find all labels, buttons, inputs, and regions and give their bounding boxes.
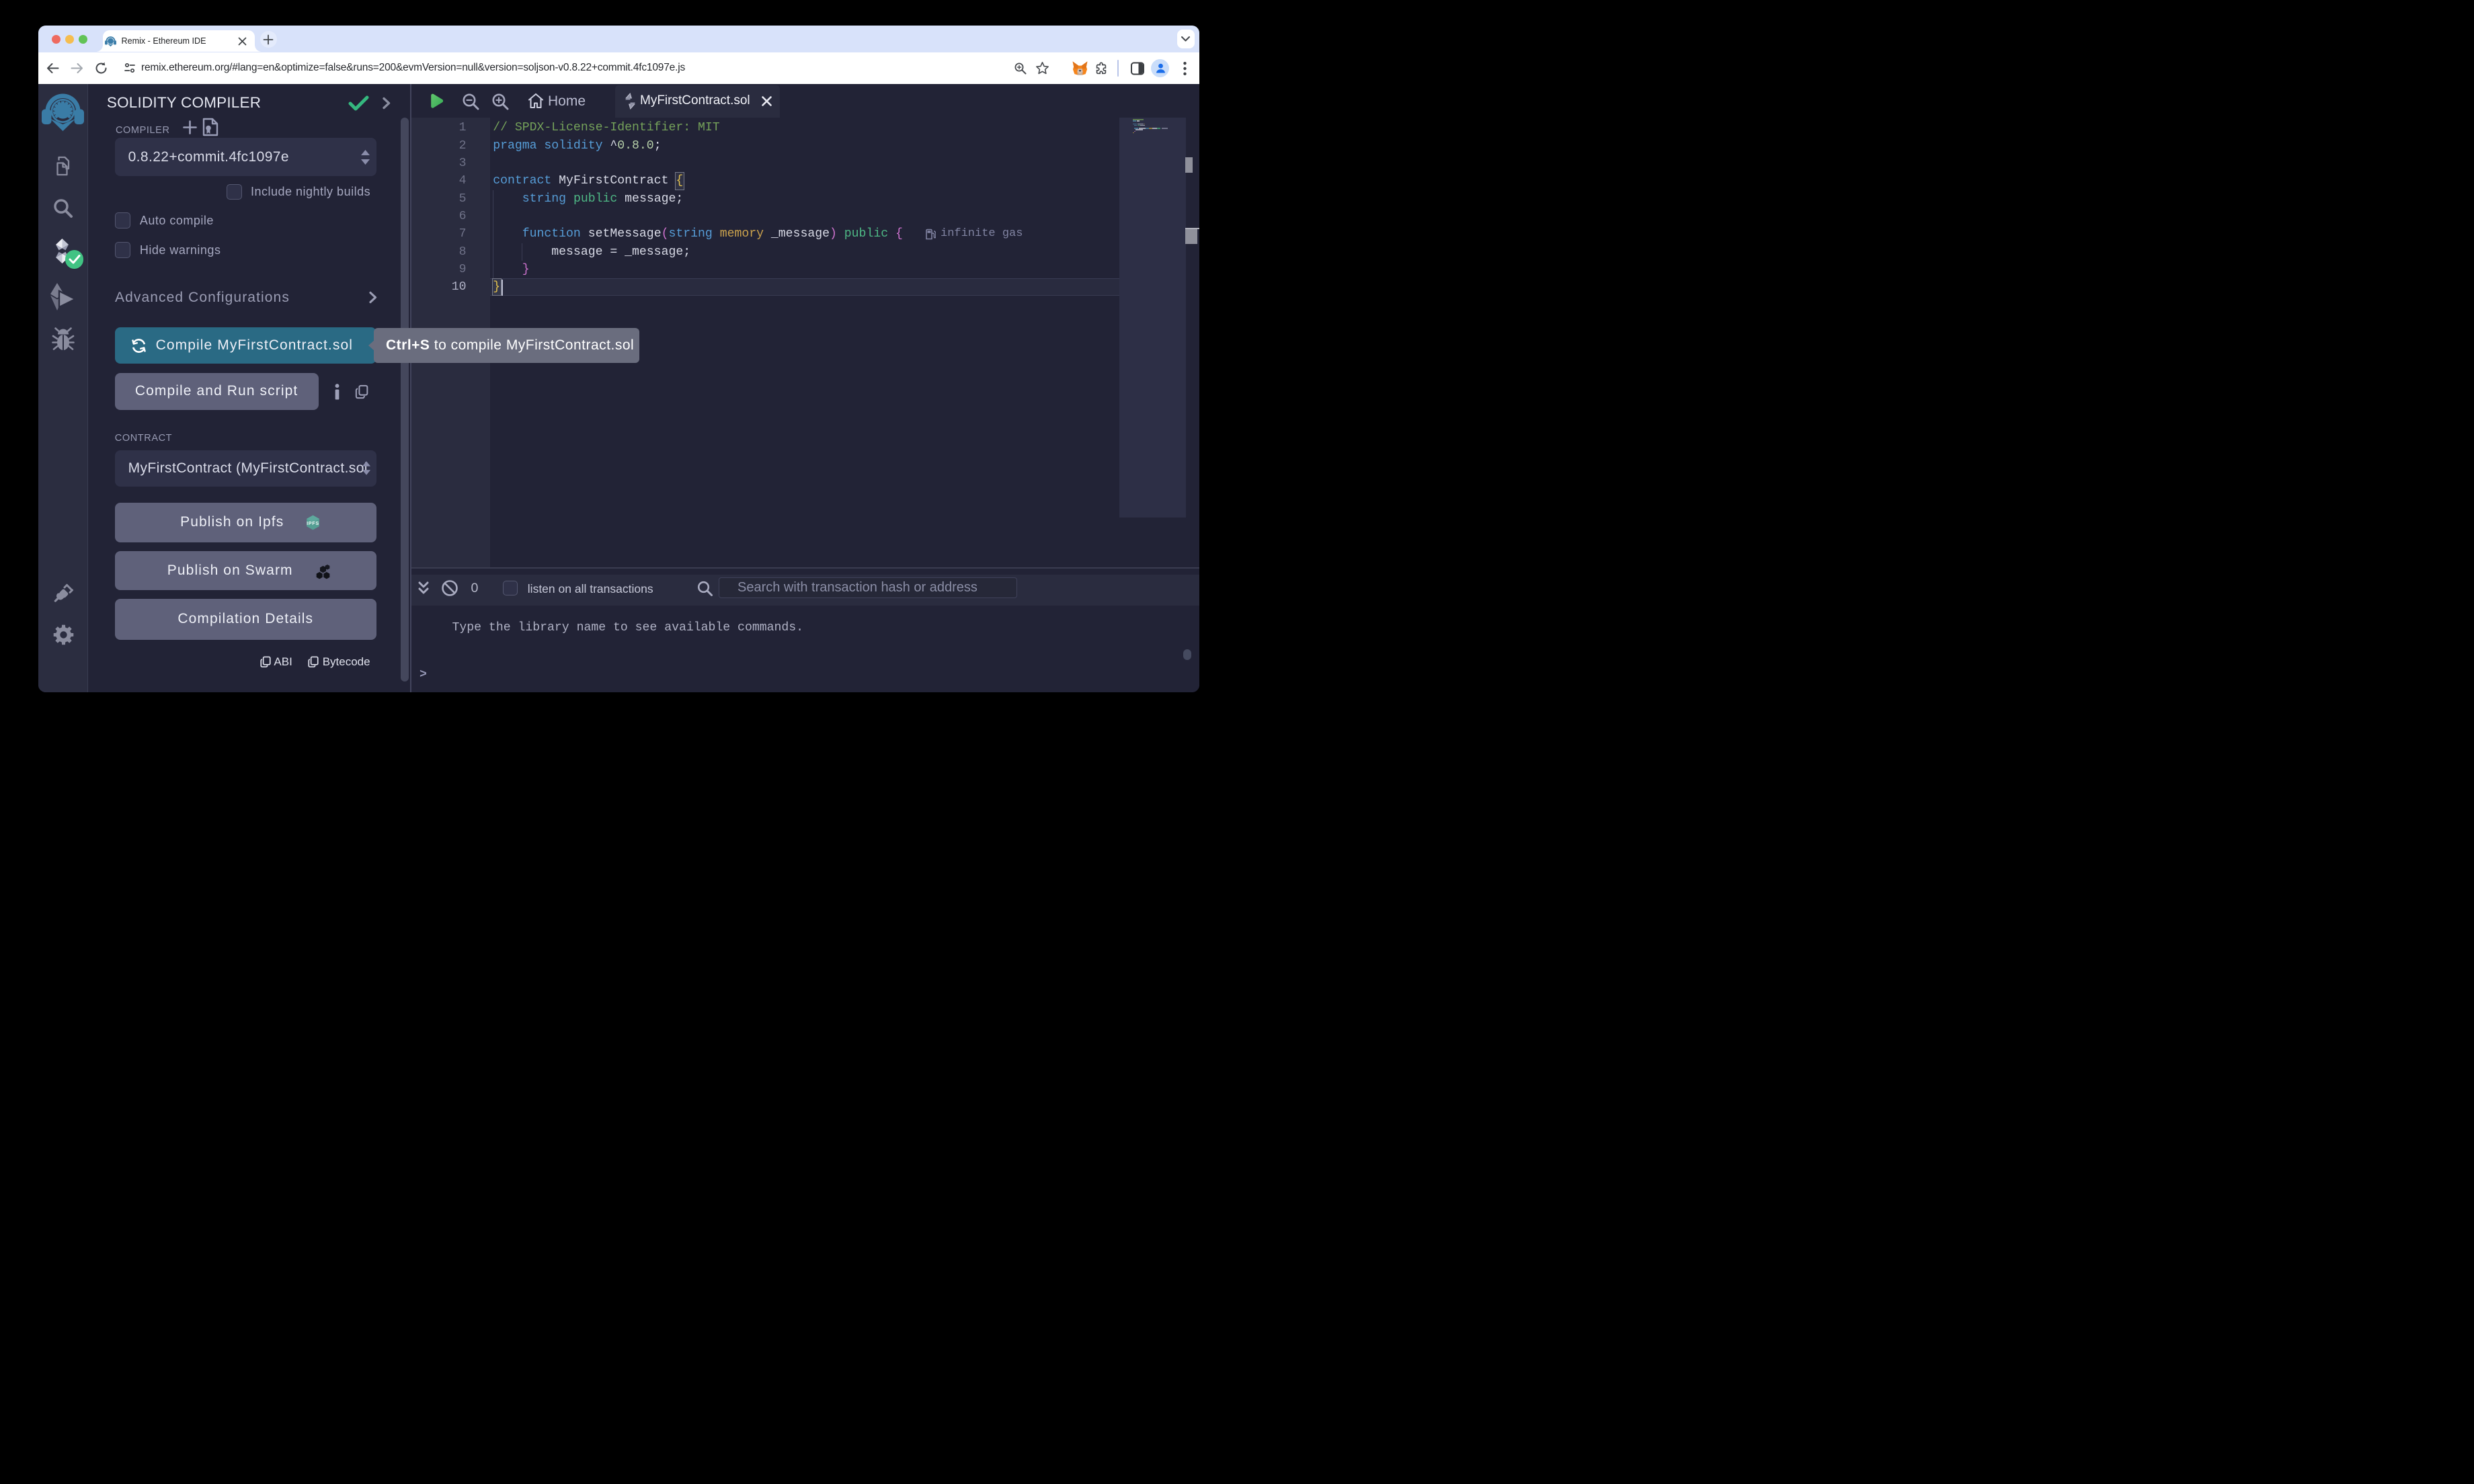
svg-text:IPFS: IPFS: [307, 520, 319, 526]
